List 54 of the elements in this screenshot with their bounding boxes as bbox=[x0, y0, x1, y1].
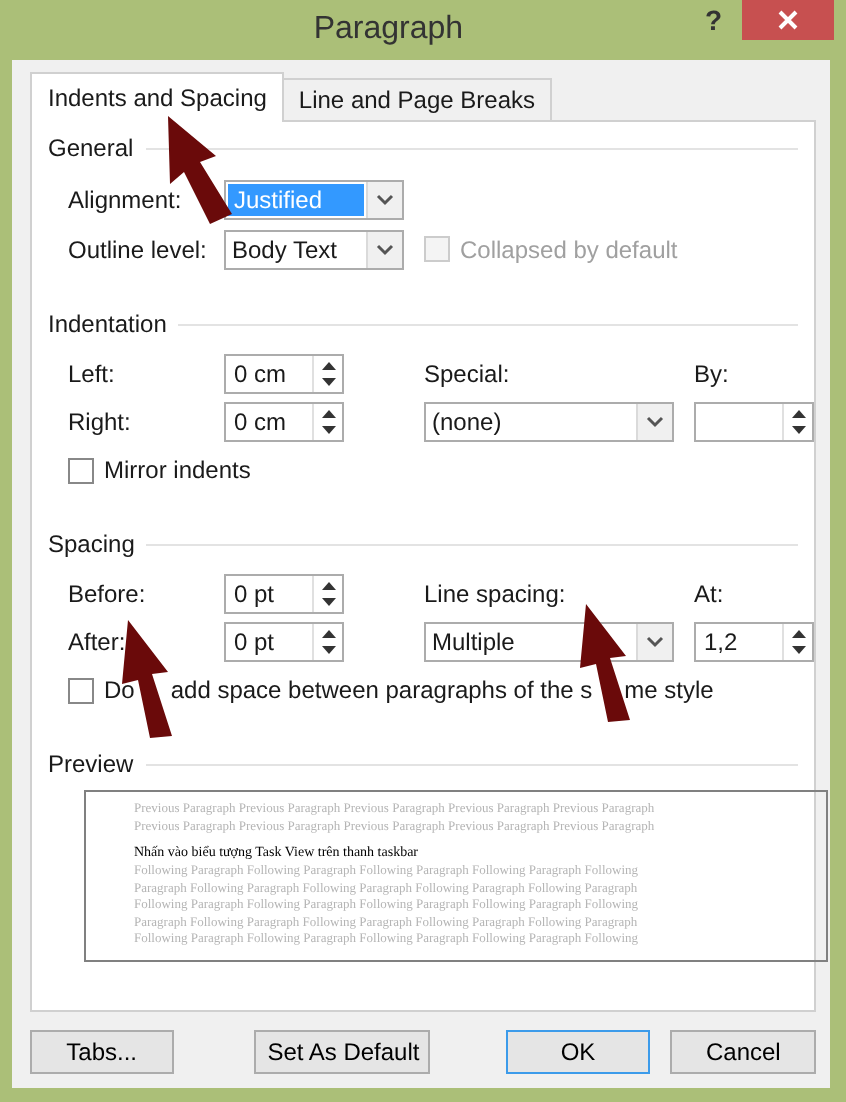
section-heading: Indentation bbox=[48, 310, 167, 338]
spin-field[interactable]: 0 cm bbox=[224, 402, 344, 442]
field-label: After: bbox=[66, 628, 128, 656]
spin-field[interactable]: 0 pt bbox=[224, 574, 344, 614]
help-button[interactable]: ? bbox=[684, 0, 742, 36]
field-label: Outline level: bbox=[66, 235, 209, 263]
spin-field[interactable]: 0 pt bbox=[224, 622, 344, 662]
chevron-down-icon bbox=[646, 636, 664, 648]
dialog-button[interactable]: Set As Default bbox=[253, 1030, 430, 1074]
field-label: Before: bbox=[66, 580, 148, 608]
checkbox[interactable] bbox=[68, 457, 94, 483]
dropdown-button[interactable] bbox=[636, 404, 672, 440]
checkbox-label: Mirror indents bbox=[104, 456, 251, 484]
spin-buttons[interactable] bbox=[312, 404, 342, 440]
checkbox-label: me style bbox=[624, 676, 714, 704]
chevron-down-icon bbox=[646, 416, 664, 428]
dropdown-button[interactable] bbox=[366, 181, 402, 217]
special-dropdown[interactable]: (none) bbox=[424, 402, 674, 442]
chevron-down-icon bbox=[376, 243, 394, 255]
spin-buttons[interactable] bbox=[312, 624, 342, 660]
chevron-down-icon bbox=[376, 193, 394, 205]
dropdown-button[interactable] bbox=[636, 624, 672, 660]
checkbox-label: Do bbox=[104, 676, 135, 704]
close-button[interactable] bbox=[742, 0, 834, 40]
outline-level-dropdown[interactable]: Body Text bbox=[224, 229, 404, 269]
section-heading: Spacing bbox=[48, 530, 135, 558]
close-icon bbox=[778, 10, 798, 30]
tab[interactable]: Line and Page Breaks bbox=[282, 78, 552, 120]
dialog-button[interactable]: Tabs... bbox=[30, 1030, 174, 1074]
spin-field[interactable] bbox=[694, 402, 814, 442]
section-heading: General bbox=[48, 134, 134, 162]
dropdown-value: Justified bbox=[228, 183, 364, 215]
dropdown-button[interactable] bbox=[366, 231, 402, 267]
tab[interactable]: Indents and Spacing bbox=[30, 72, 285, 122]
field-label: Special: bbox=[424, 360, 512, 388]
spin-buttons[interactable] bbox=[312, 356, 342, 392]
spin-buttons[interactable] bbox=[312, 576, 342, 612]
checkbox-label: add space between paragraphs of the s bbox=[170, 676, 593, 704]
field-label: At: bbox=[694, 580, 726, 608]
field-label: Line spacing: bbox=[424, 580, 568, 608]
dialog-button[interactable]: OK bbox=[505, 1030, 651, 1074]
field-label: Left: bbox=[66, 360, 117, 388]
checkbox-label: Collapsed by default bbox=[460, 235, 678, 263]
window-title: Paragraph bbox=[311, 10, 466, 48]
spin-buttons[interactable] bbox=[782, 624, 812, 660]
spin-buttons[interactable] bbox=[782, 404, 812, 440]
dialog-button[interactable]: Cancel bbox=[670, 1030, 816, 1074]
spin-field[interactable]: 1,2 bbox=[694, 622, 814, 662]
field-label: Alignment: bbox=[66, 185, 184, 213]
field-label: Right: bbox=[66, 408, 133, 436]
checkbox[interactable] bbox=[68, 677, 94, 703]
section-heading: Preview bbox=[48, 750, 134, 778]
spin-field[interactable]: 0 cm bbox=[224, 354, 344, 394]
field-label: By: bbox=[694, 360, 731, 388]
